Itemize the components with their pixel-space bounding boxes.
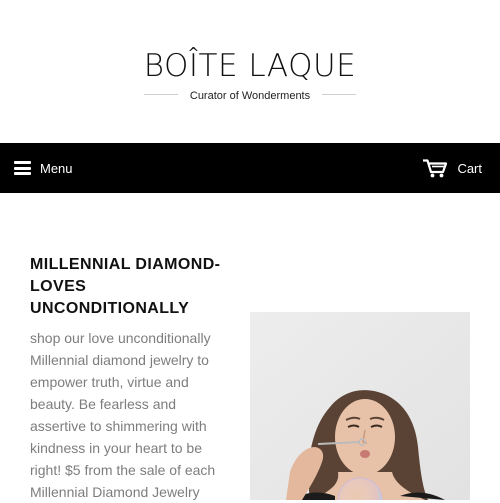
logo-title: BOÎTE LAQUE <box>143 48 357 84</box>
product-title: MILLENNIAL DIAMOND-LOVES UNCONDITIONALLY <box>30 256 221 317</box>
cart-icon <box>423 158 448 177</box>
hamburger-icon <box>14 161 31 175</box>
product-description: shop our love unconditionally Millennial… <box>30 330 216 500</box>
cart-button[interactable]: Cart <box>423 155 482 181</box>
site-header: BOÎTE LAQUE Curator of Wonderments <box>0 0 500 143</box>
logo-tagline-row: Curator of Wonderments <box>142 86 358 104</box>
site-logo[interactable]: BOÎTE LAQUE Curator of Wonderments <box>142 48 358 104</box>
logo-divider-right <box>322 94 356 95</box>
menu-label: Menu <box>40 160 73 176</box>
logo-tagline: Curator of Wonderments <box>183 88 317 104</box>
product-image[interactable] <box>250 312 470 500</box>
model-photo <box>250 312 470 500</box>
logo-divider-left <box>144 94 178 95</box>
nav-bar: Menu Cart <box>0 143 500 193</box>
main-content: MILLENNIAL DIAMOND-LOVES UNCONDITIONALLY… <box>0 193 500 500</box>
menu-button[interactable]: Menu <box>14 155 73 181</box>
cart-label: Cart <box>457 160 482 176</box>
